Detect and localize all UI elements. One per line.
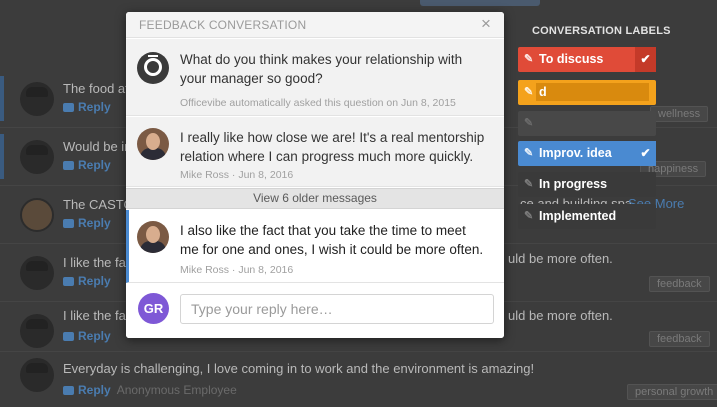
pencil-icon[interactable]: ✎: [524, 210, 534, 222]
author-name: Anonymous Employee: [116, 383, 237, 397]
reply-icon: [63, 332, 74, 341]
label-improv-idea[interactable]: ✎ Improv. idea ✔: [518, 141, 656, 166]
feed-row-text: Everyday is challenging, I love coming i…: [63, 361, 535, 376]
reply-label: Reply: [78, 100, 111, 114]
anonymous-avatar-icon: [20, 358, 54, 392]
reply-icon: [63, 277, 74, 286]
officevibe-logo-icon: [137, 52, 169, 84]
reply-link: Reply: [63, 158, 111, 172]
feed-row-text-continued: uld be more often.: [508, 251, 613, 266]
modal-header: FEEDBACK CONVERSATION ×: [126, 12, 504, 38]
checkmark-icon[interactable]: ✔: [635, 141, 656, 166]
reply-input[interactable]: [180, 294, 494, 324]
message-text: What do you think makes your relationshi…: [180, 52, 463, 86]
checkmark-icon[interactable]: ✔: [635, 47, 656, 72]
tag-badge: personal growth: [627, 384, 717, 400]
feed-row-text: I like the fac: [63, 308, 133, 323]
avatar-face: [146, 226, 160, 243]
reply-icon: [63, 386, 74, 395]
row-accent: [0, 76, 4, 121]
logo-bar: [148, 55, 158, 57]
row-accent: [0, 134, 4, 179]
feed-row-text: Would be im: [63, 139, 136, 154]
reply-link: Reply: [63, 216, 111, 230]
message-meta: Mike Ross · Jun 8, 2016: [180, 169, 294, 181]
close-icon[interactable]: ×: [477, 15, 495, 33]
reply-label: Reply: [78, 158, 111, 172]
reply-icon: [63, 103, 74, 112]
pencil-icon[interactable]: ✎: [524, 178, 534, 190]
feed-row-text: The food at: [63, 81, 129, 96]
pencil-icon[interactable]: ✎: [524, 117, 534, 129]
conversation-message-latest: I also like the fact that you take the t…: [126, 210, 504, 283]
label-empty[interactable]: ✎: [518, 111, 656, 136]
reply-label: Reply: [78, 383, 111, 397]
user-avatar: [137, 128, 169, 160]
label-in-progress[interactable]: ✎ In progress: [518, 172, 656, 197]
reply-composer: GR: [126, 284, 504, 338]
label-editing[interactable]: ✎ d: [518, 80, 656, 105]
label-implemented[interactable]: ✎ Implemented: [518, 204, 656, 229]
question-message: What do you think makes your relationshi…: [126, 39, 504, 116]
anonymous-avatar-icon: [20, 82, 54, 116]
modal-title: FEEDBACK CONVERSATION: [139, 18, 307, 32]
label-name: Improv. idea: [539, 146, 612, 160]
anonymous-avatar-icon: [20, 140, 54, 174]
pencil-icon[interactable]: ✎: [524, 147, 534, 159]
label-name: In progress: [539, 177, 608, 191]
label-name-input[interactable]: d: [536, 83, 649, 101]
tag-badge: feedback: [649, 331, 710, 347]
view-older-messages-button[interactable]: View 6 older messages: [126, 188, 504, 209]
feed-row-text-continued: uld be more often.: [508, 308, 613, 323]
reply-icon: [63, 219, 74, 228]
label-to-discuss[interactable]: ✎ To discuss ✔: [518, 47, 656, 72]
label-name: To discuss: [539, 52, 604, 66]
employee-avatar: [20, 198, 54, 232]
tag-badge: feedback: [649, 276, 710, 292]
labels-panel-title: CONVERSATION LABELS: [532, 25, 671, 37]
reply-label: Reply: [78, 216, 111, 230]
user-avatar: [137, 221, 169, 253]
avatar-face: [146, 133, 160, 150]
message-text: I really like how close we are! It's a r…: [180, 130, 485, 164]
reply-link: Reply: [63, 100, 111, 114]
tag-badge: wellness: [650, 106, 709, 122]
top-bar-button: [420, 0, 540, 6]
label-name: Implemented: [539, 209, 617, 223]
logo-ring: [144, 58, 162, 76]
pencil-icon[interactable]: ✎: [524, 86, 534, 98]
reply-link: Reply Anonymous Employee: [63, 383, 237, 397]
reply-link: Reply: [63, 329, 111, 343]
anonymous-avatar-icon: [20, 256, 54, 290]
feedback-conversation-modal: FEEDBACK CONVERSATION × What do you thin…: [126, 12, 504, 338]
anonymous-avatar-icon: [20, 314, 54, 348]
message-text: I also like the fact that you take the t…: [180, 223, 484, 257]
conversation-message: I really like how close we are! It's a r…: [126, 117, 504, 187]
feed-row: Everyday is challenging, I love coming i…: [0, 352, 717, 407]
reply-label: Reply: [78, 274, 111, 288]
pencil-icon[interactable]: ✎: [524, 53, 534, 65]
feed-row-text: I like the fac: [63, 255, 133, 270]
message-meta: Mike Ross · Jun 8, 2016: [180, 264, 294, 276]
reply-label: Reply: [78, 329, 111, 343]
reply-icon: [63, 161, 74, 170]
message-meta: Officevibe automatically asked this ques…: [180, 97, 456, 109]
current-user-avatar: GR: [138, 293, 169, 324]
reply-link: Reply: [63, 274, 111, 288]
